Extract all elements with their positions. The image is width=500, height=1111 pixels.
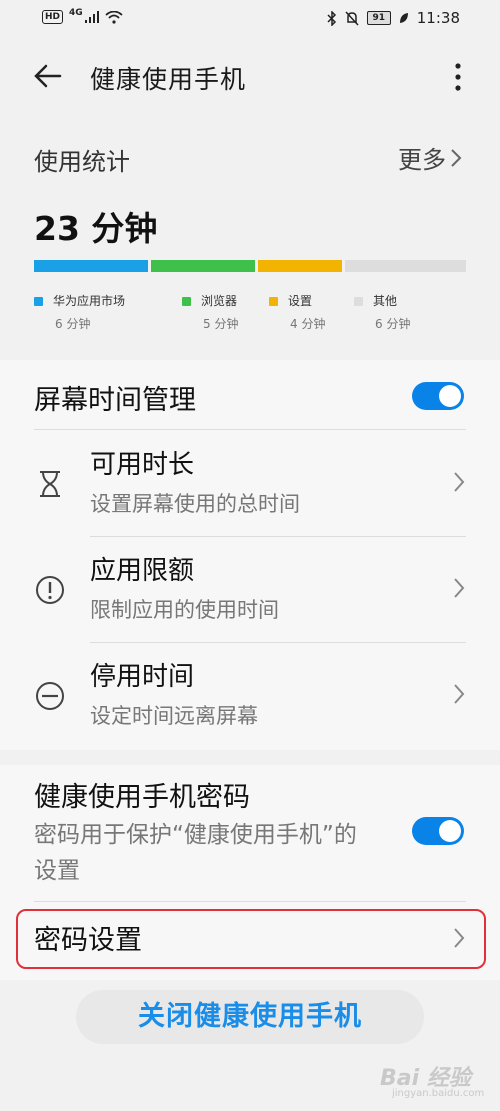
page-title: 健康使用手机 (90, 65, 247, 94)
close-healthy-usage-button[interactable]: 关闭健康使用手机 (76, 990, 424, 1044)
usage-bar (34, 260, 466, 272)
item-subtitle: 设定时间远离屏幕 (90, 704, 258, 728)
legend-duration: 5 分钟 (203, 317, 239, 331)
legend-duration: 6 分钟 (55, 317, 91, 331)
password-subtitle: 密码用于保护“健康使用手机”的设置 (34, 822, 357, 884)
legend-item: 浏览器 5 分钟 (182, 292, 238, 332)
item-subtitle: 设置屏幕使用的总时间 (90, 492, 300, 516)
legend-dot (354, 297, 363, 306)
watermark-url: jingyan.baidu.com (392, 1088, 485, 1099)
password-toggle[interactable] (412, 817, 464, 845)
usage-bar-segment (151, 260, 255, 272)
stats-more-label: 更多 (398, 146, 446, 174)
legend-app-name: 华为应用市场 (53, 294, 126, 308)
item-title: 可用时长 (90, 450, 195, 480)
legend-dot (34, 297, 43, 306)
legend-item: 华为应用市场 6 分钟 (34, 292, 125, 332)
divider (34, 901, 466, 902)
screen-time-card: 屏幕时间管理 可用时长 设置屏幕使用的总时间 应用限额 限制应用的使用时间 停用… (0, 360, 500, 750)
signal-icon (84, 11, 99, 23)
hourglass-icon (40, 471, 60, 497)
mute-bell-icon (345, 10, 359, 26)
legend-item: 其他 6 分钟 (354, 292, 410, 332)
more-vertical-icon[interactable] (450, 62, 466, 92)
bluetooth-icon (327, 10, 336, 26)
list-item-available-time[interactable]: 可用时长 设置屏幕使用的总时间 (0, 432, 500, 536)
password-title: 健康使用手机密码 (34, 782, 250, 813)
chevron-right-icon (454, 578, 465, 598)
list-item-downtime[interactable]: 停用时间 设定时间远离屏幕 (0, 644, 500, 748)
chevron-right-icon (454, 472, 465, 492)
battery-indicator: 91 (366, 11, 391, 25)
screen-time-title: 屏幕时间管理 (34, 385, 196, 416)
usage-bar-segment (34, 260, 148, 272)
back-arrow-icon[interactable] (32, 60, 64, 92)
chevron-right-icon (454, 684, 465, 704)
usage-bar-segment (345, 260, 466, 272)
wifi-icon (105, 10, 123, 24)
legend-dot (269, 297, 278, 306)
legend-dot (182, 297, 191, 306)
legend-duration: 4 分钟 (290, 317, 326, 331)
list-item-app-limits[interactable]: 应用限额 限制应用的使用时间 (0, 538, 500, 642)
chevron-right-icon[interactable] (452, 926, 466, 950)
legend-item: 设置 4 分钟 (269, 292, 325, 332)
app-bar: 健康使用手机 (0, 50, 500, 102)
usage-bar-segment (258, 260, 342, 272)
status-bar: HD 4G 91 11:38 (0, 0, 500, 38)
divider (90, 642, 466, 643)
total-usage-time: 23 分钟 (34, 209, 158, 248)
hd-badge: HD (42, 10, 64, 24)
usage-stats-title: 使用统计 (34, 148, 130, 176)
legend-duration: 6 分钟 (375, 317, 411, 331)
item-title: 应用限额 (90, 556, 195, 586)
stats-more-link[interactable]: 更多 (398, 140, 464, 175)
minus-circle-icon (36, 682, 64, 710)
legend-app-name: 其他 (373, 294, 398, 308)
screen-time-toggle[interactable] (412, 382, 464, 410)
divider (34, 429, 466, 430)
item-title: 停用时间 (90, 662, 195, 692)
leaf-icon (399, 13, 408, 23)
exclamation-circle-icon (36, 576, 64, 604)
password-setting-item[interactable]: 密码设置 (34, 918, 142, 957)
legend-app-name: 浏览器 (201, 294, 238, 308)
chevron-right-icon (451, 148, 462, 167)
legend-app-name: 设置 (288, 294, 313, 308)
divider (90, 536, 466, 537)
usage-legend: 华为应用市场 6 分钟 浏览器 5 分钟 设置 4 分钟 其他 6 分钟 (34, 292, 474, 332)
network-type: 4G (69, 8, 83, 18)
item-subtitle: 限制应用的使用时间 (90, 598, 279, 622)
clock: 11:38 (416, 9, 460, 27)
